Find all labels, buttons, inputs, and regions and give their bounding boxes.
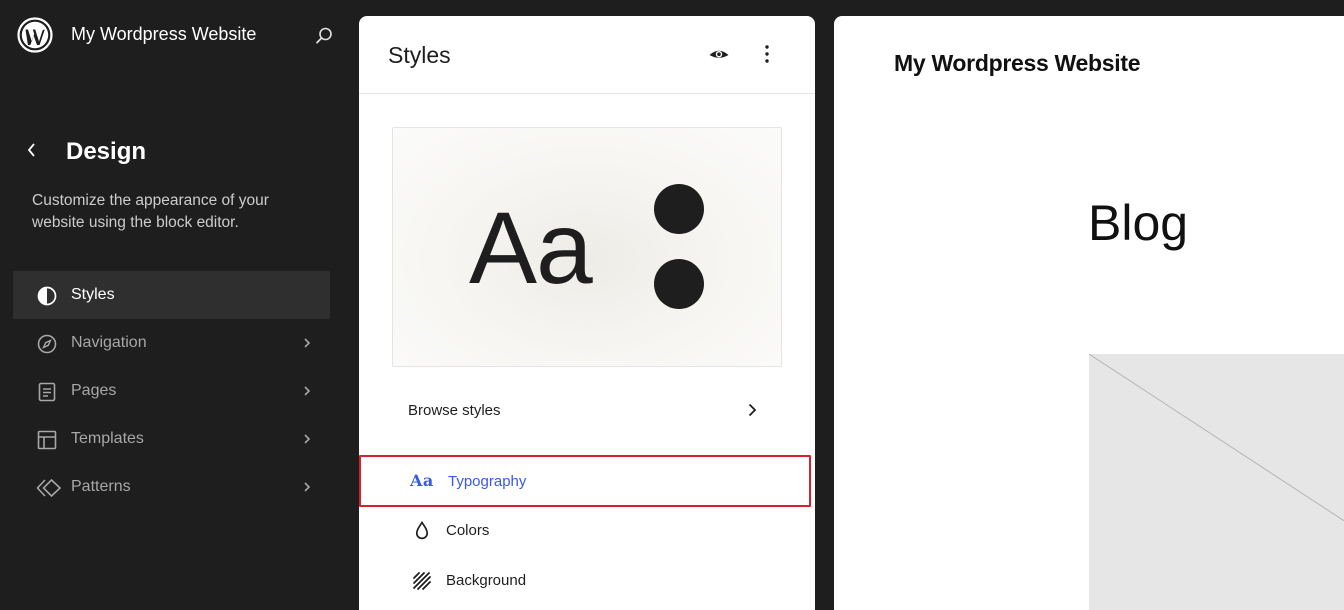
droplet-icon bbox=[410, 519, 434, 543]
colors-menu-item[interactable]: Colors bbox=[359, 505, 815, 555]
sidebar-item-styles[interactable]: Styles bbox=[13, 271, 330, 319]
background-icon bbox=[410, 569, 434, 593]
menu-item-label: Background bbox=[446, 572, 527, 589]
sidebar-item-pages[interactable]: Pages bbox=[13, 367, 330, 415]
back-chevron-icon[interactable] bbox=[20, 138, 44, 162]
featured-image-placeholder bbox=[1089, 354, 1344, 610]
menu-item-label: Typography bbox=[448, 473, 527, 490]
editor-canvas-preview[interactable]: My Wordpress Website Blog bbox=[834, 16, 1344, 610]
half-circle-icon bbox=[36, 285, 58, 307]
sidebar-item-label: Pages bbox=[71, 382, 117, 399]
more-options-icon[interactable] bbox=[755, 42, 779, 66]
menu-item-label: Colors bbox=[446, 522, 490, 539]
canvas-site-title: My Wordpress Website bbox=[894, 50, 1141, 76]
sidebar-title: Design bbox=[66, 138, 147, 165]
site-hub: My Wordpress Website bbox=[0, 0, 359, 70]
panel-title: Styles bbox=[388, 42, 451, 68]
style-preview-card[interactable]: Aa bbox=[392, 127, 782, 367]
preview-color-swatch bbox=[654, 259, 704, 309]
wordpress-logo-icon[interactable] bbox=[17, 17, 53, 53]
browse-styles-button[interactable]: Browse styles bbox=[392, 385, 780, 433]
preview-color-swatch bbox=[654, 184, 704, 234]
page-icon bbox=[36, 381, 58, 403]
styles-panel-header: Styles bbox=[359, 16, 815, 94]
typography-icon: Aa bbox=[410, 469, 434, 493]
typography-icon-text: Aa bbox=[410, 471, 434, 490]
layout-icon bbox=[36, 429, 58, 451]
sidebar-item-label: Styles bbox=[71, 286, 115, 303]
eye-icon[interactable] bbox=[707, 43, 731, 67]
sidebar-nav: Styles Navigation Pages Templates Patter… bbox=[13, 271, 330, 511]
canvas-page-heading: Blog bbox=[1088, 195, 1189, 251]
chevron-right-icon bbox=[299, 431, 315, 447]
sidebar-item-templates[interactable]: Templates bbox=[13, 415, 330, 463]
sidebar-item-label: Patterns bbox=[71, 478, 131, 495]
chevron-right-icon bbox=[299, 479, 315, 495]
sidebar-description: Customize the appearance of your website… bbox=[32, 192, 269, 231]
compass-icon bbox=[36, 333, 58, 355]
sidebar-item-navigation[interactable]: Navigation bbox=[13, 319, 330, 367]
chevron-right-icon bbox=[299, 383, 315, 399]
preview-typography-sample: Aa bbox=[469, 191, 593, 305]
search-icon[interactable] bbox=[312, 24, 336, 48]
chevron-right-icon bbox=[743, 401, 761, 419]
background-menu-item[interactable]: Background bbox=[359, 555, 815, 605]
sidebar-item-patterns[interactable]: Patterns bbox=[13, 463, 330, 511]
styles-panel: Styles Aa Browse styles Aa Typography Co… bbox=[359, 16, 815, 610]
browse-styles-label: Browse styles bbox=[408, 402, 501, 419]
site-title[interactable]: My Wordpress Website bbox=[71, 24, 256, 45]
diamond-icon bbox=[36, 477, 62, 499]
typography-menu-item[interactable]: Aa Typography bbox=[359, 455, 811, 507]
chevron-right-icon bbox=[299, 335, 315, 351]
sidebar-item-label: Templates bbox=[71, 430, 144, 447]
site-editor-sidebar: My Wordpress Website Design Customize th… bbox=[0, 0, 359, 610]
sidebar-item-label: Navigation bbox=[71, 334, 147, 351]
